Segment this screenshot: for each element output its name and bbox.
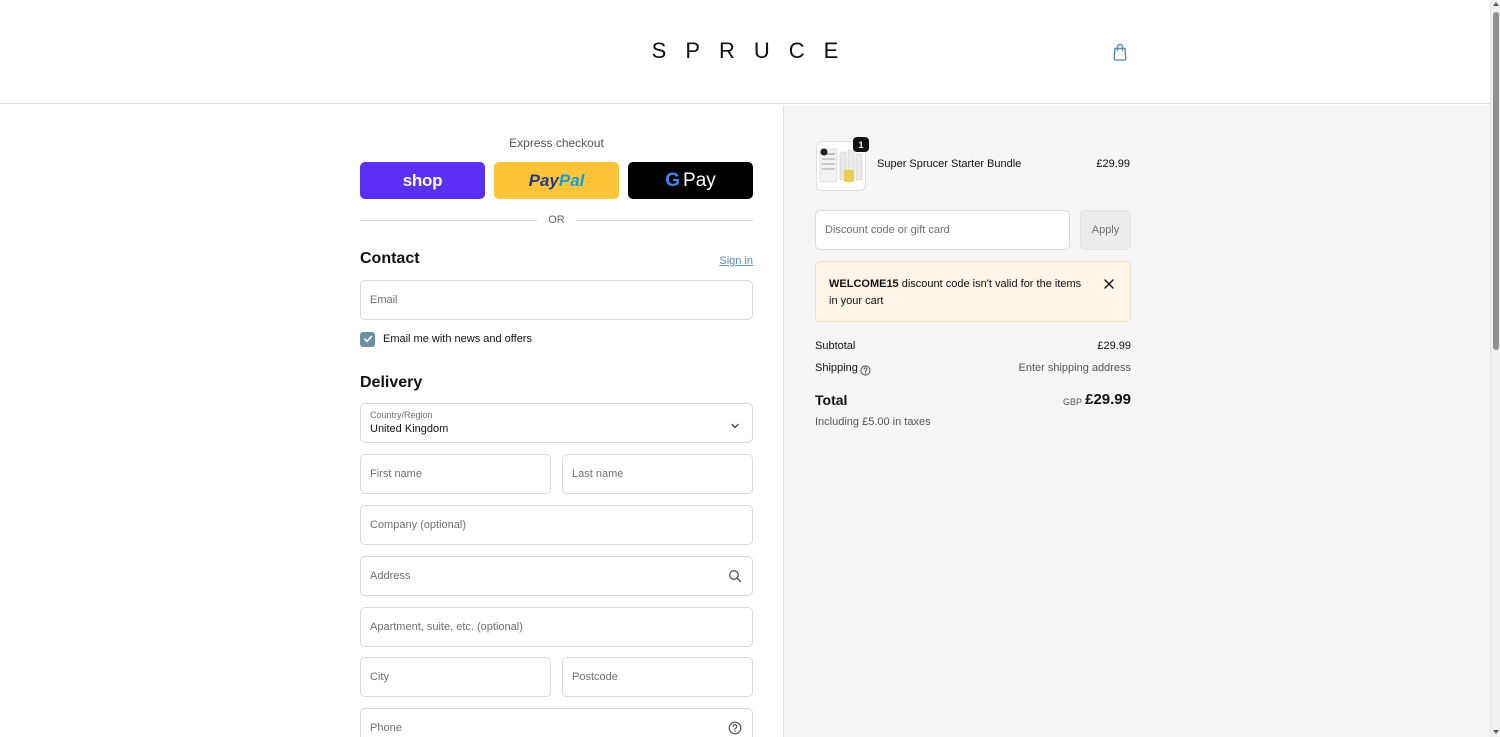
apply-discount-button[interactable]: Apply bbox=[1080, 210, 1131, 250]
scroll-up-arrow-icon[interactable] bbox=[1493, 2, 1499, 6]
taxes-note: Including £5.00 in taxes bbox=[815, 416, 931, 428]
country-select[interactable]: Country/Region United Kingdom bbox=[360, 403, 753, 443]
scrollbar-thumb[interactable] bbox=[1493, 12, 1499, 350]
paypal-label-part1: Pay bbox=[528, 170, 559, 190]
discount-field[interactable] bbox=[815, 210, 1070, 250]
site-header: SPRUCE bbox=[0, 0, 1490, 104]
checkout-main: Express checkout shop Pay Pal G Pay OR Con… bbox=[0, 105, 783, 737]
shopping-bag-icon[interactable] bbox=[1110, 42, 1130, 62]
discount-input[interactable] bbox=[825, 211, 1060, 249]
country-value: United Kingdom bbox=[370, 423, 449, 435]
google-pay-button[interactable]: G Pay bbox=[628, 162, 753, 199]
alert-message: WELCOME15 discount code isn't valid for … bbox=[829, 276, 1091, 310]
contact-heading: Contact bbox=[360, 250, 420, 267]
checkmark-icon bbox=[363, 335, 372, 343]
shipping-value: Enter shipping address bbox=[1018, 362, 1131, 374]
discount-error-alert: WELCOME15 discount code isn't valid for … bbox=[815, 261, 1131, 322]
product-name: Super Sprucer Starter Bundle bbox=[877, 158, 1022, 170]
total-value: £29.99 bbox=[1085, 391, 1131, 408]
newsletter-option[interactable]: Email me with news and offers bbox=[360, 331, 532, 347]
last-name-input[interactable] bbox=[572, 455, 742, 493]
page-scrollbar[interactable] bbox=[1490, 0, 1500, 737]
phone-field[interactable] bbox=[360, 708, 753, 737]
alert-code: WELCOME15 bbox=[829, 278, 899, 290]
shop-pay-label: shop bbox=[402, 170, 443, 190]
city-input[interactable] bbox=[370, 658, 540, 696]
or-divider: OR bbox=[360, 213, 753, 227]
store-logo[interactable]: SPRUCE bbox=[0, 38, 1490, 64]
product-price: £29.99 bbox=[1096, 158, 1130, 170]
email-input[interactable] bbox=[370, 281, 740, 319]
newsletter-label: Email me with news and offers bbox=[383, 333, 532, 345]
express-checkout-label: Express checkout bbox=[509, 136, 604, 150]
newsletter-checkbox[interactable] bbox=[360, 331, 375, 347]
subtotal-label: Subtotal bbox=[815, 340, 856, 352]
total-label: Total bbox=[815, 392, 848, 408]
country-label: Country/Region bbox=[370, 410, 433, 420]
first-name-input[interactable] bbox=[370, 455, 540, 493]
close-icon[interactable] bbox=[1102, 277, 1116, 291]
help-circle-icon[interactable] bbox=[728, 721, 742, 737]
delivery-heading: Delivery bbox=[360, 374, 423, 391]
address-field[interactable] bbox=[360, 556, 753, 596]
total-currency: GBP bbox=[1062, 397, 1082, 407]
sign-in-link[interactable]: Sign in bbox=[700, 255, 753, 267]
postcode-input[interactable] bbox=[572, 658, 742, 696]
quantity-badge: 1 bbox=[853, 137, 869, 152]
postcode-field[interactable] bbox=[562, 657, 753, 697]
apartment-input[interactable] bbox=[370, 608, 740, 646]
company-input[interactable] bbox=[370, 506, 740, 544]
subtotal-value: £29.99 bbox=[1097, 340, 1131, 352]
paypal-label-part2: Pal bbox=[558, 170, 585, 190]
search-icon bbox=[728, 569, 742, 588]
paypal-button[interactable]: Pay Pal bbox=[494, 162, 619, 199]
first-name-field[interactable] bbox=[360, 454, 551, 494]
email-field[interactable] bbox=[360, 280, 753, 320]
shipping-help-icon[interactable] bbox=[860, 363, 871, 381]
address-input[interactable] bbox=[370, 557, 710, 595]
chevron-down-icon bbox=[730, 418, 740, 436]
google-g-icon: G bbox=[665, 169, 681, 191]
shop-pay-button[interactable]: shop bbox=[360, 162, 485, 199]
divider-line-right bbox=[576, 220, 753, 221]
apartment-field[interactable] bbox=[360, 607, 753, 647]
order-summary: 1 Super Sprucer Starter Bundle £29.99 Ap… bbox=[783, 105, 1490, 737]
phone-input[interactable] bbox=[370, 709, 710, 737]
company-field[interactable] bbox=[360, 505, 753, 545]
city-field[interactable] bbox=[360, 657, 551, 697]
google-pay-label: Pay bbox=[683, 169, 716, 191]
scroll-down-arrow-icon[interactable] bbox=[1493, 730, 1499, 734]
shipping-label: Shipping bbox=[815, 362, 858, 374]
last-name-field[interactable] bbox=[562, 454, 753, 494]
